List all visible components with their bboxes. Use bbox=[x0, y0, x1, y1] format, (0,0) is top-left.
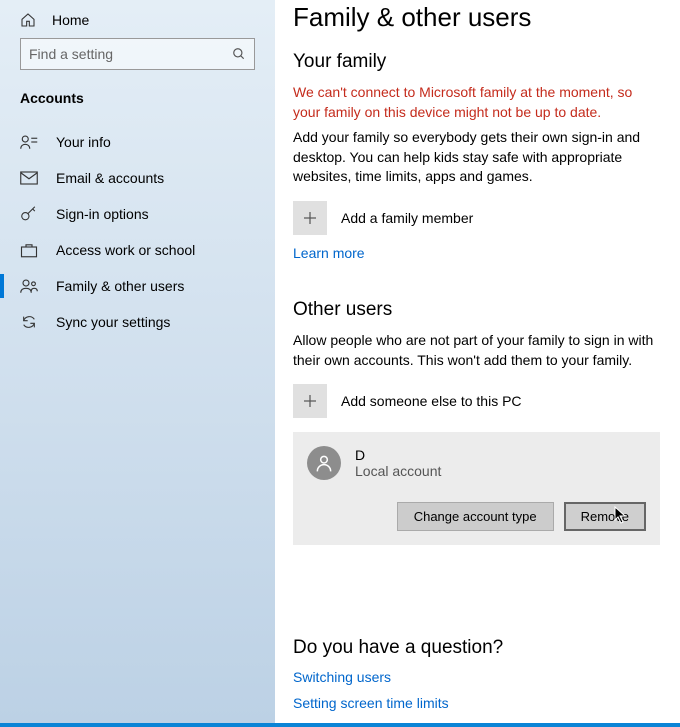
main-content: Family & other users Your family We can'… bbox=[275, 0, 680, 723]
family-heading: Your family bbox=[293, 51, 660, 73]
sidebar-item-sync-settings[interactable]: Sync your settings bbox=[0, 304, 275, 340]
taskbar-edge bbox=[0, 723, 680, 727]
key-icon bbox=[20, 206, 38, 222]
plus-icon bbox=[302, 393, 318, 409]
search-field[interactable] bbox=[29, 46, 232, 62]
plus-icon bbox=[302, 210, 318, 226]
user-card[interactable]: D Local account Change account type Remo… bbox=[293, 432, 660, 545]
sidebar: Home Accounts Your info Email & accounts bbox=[0, 0, 275, 723]
sidebar-item-label: Email & accounts bbox=[56, 170, 164, 186]
category-heading: Accounts bbox=[0, 84, 275, 124]
other-users-heading: Other users bbox=[293, 299, 660, 321]
add-family-label: Add a family member bbox=[341, 210, 473, 226]
avatar bbox=[307, 446, 341, 480]
family-error-text: We can't connect to Microsoft family at … bbox=[293, 83, 660, 122]
other-users-body-text: Allow people who are not part of your fa… bbox=[293, 331, 660, 370]
page-title: Family & other users bbox=[293, 2, 660, 33]
family-body-text: Add your family so everybody gets their … bbox=[293, 128, 660, 187]
sidebar-item-label: Access work or school bbox=[56, 242, 195, 258]
sidebar-item-family-other-users[interactable]: Family & other users bbox=[0, 268, 275, 304]
mail-icon bbox=[20, 171, 38, 185]
sync-icon bbox=[20, 314, 38, 330]
search-icon bbox=[232, 47, 246, 61]
user-type: Local account bbox=[355, 463, 441, 479]
home-button[interactable]: Home bbox=[0, 8, 275, 38]
person-icon bbox=[314, 453, 334, 473]
sidebar-item-signin-options[interactable]: Sign-in options bbox=[0, 196, 275, 232]
home-label: Home bbox=[52, 12, 89, 28]
sidebar-item-label: Sync your settings bbox=[56, 314, 170, 330]
sidebar-item-label: Your info bbox=[56, 134, 111, 150]
people-icon bbox=[20, 278, 38, 294]
question-heading: Do you have a question? bbox=[293, 637, 660, 659]
your-info-icon bbox=[20, 134, 38, 150]
sidebar-item-access-work-school[interactable]: Access work or school bbox=[0, 232, 275, 268]
sidebar-item-label: Sign-in options bbox=[56, 206, 149, 222]
sidebar-item-your-info[interactable]: Your info bbox=[0, 124, 275, 160]
help-link-screen-time[interactable]: Setting screen time limits bbox=[293, 695, 660, 711]
add-other-user-button[interactable] bbox=[293, 384, 327, 418]
add-other-user-label: Add someone else to this PC bbox=[341, 393, 522, 409]
user-name: D bbox=[355, 447, 441, 463]
add-family-member-button[interactable] bbox=[293, 201, 327, 235]
sidebar-item-label: Family & other users bbox=[56, 278, 184, 294]
home-icon bbox=[20, 12, 36, 28]
sidebar-item-email-accounts[interactable]: Email & accounts bbox=[0, 160, 275, 196]
change-account-type-button[interactable]: Change account type bbox=[397, 502, 554, 531]
search-input[interactable] bbox=[20, 38, 255, 70]
learn-more-link[interactable]: Learn more bbox=[293, 245, 365, 261]
briefcase-icon bbox=[20, 242, 38, 258]
help-link-switching-users[interactable]: Switching users bbox=[293, 669, 660, 685]
remove-button[interactable]: Remove bbox=[564, 502, 646, 531]
